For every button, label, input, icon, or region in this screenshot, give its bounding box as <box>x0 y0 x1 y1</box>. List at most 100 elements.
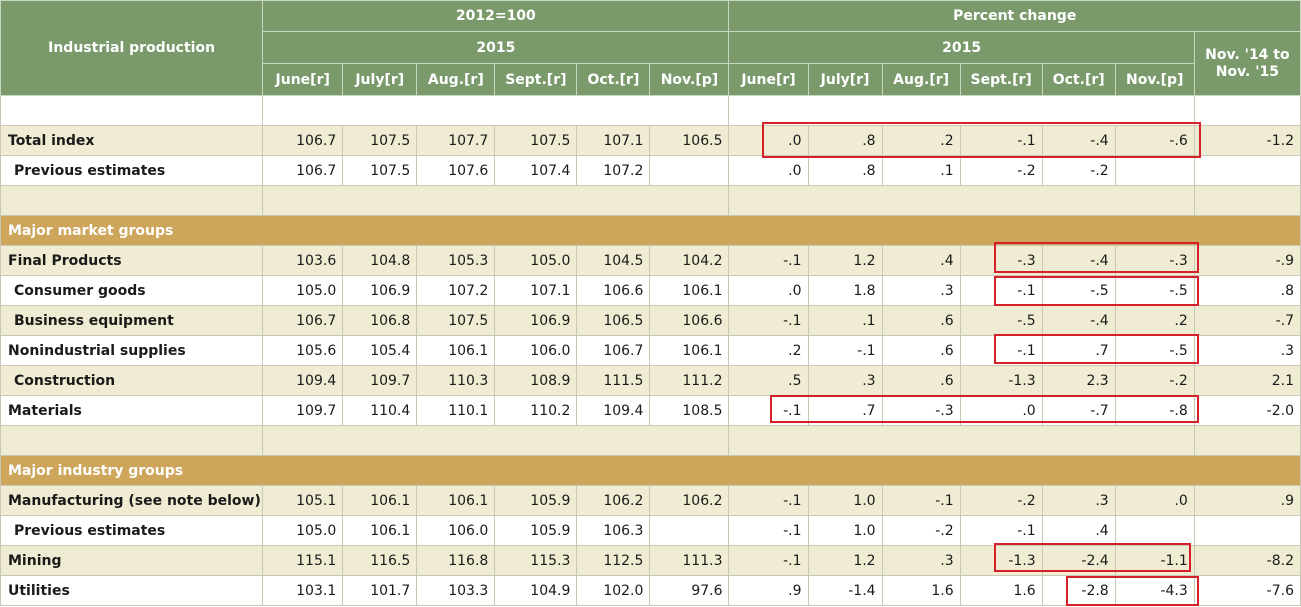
row-label: Materials <box>0 395 264 426</box>
row-label: Manufacturing (see note below) <box>0 485 264 516</box>
table-row: Previous estimates 105.0 106.1 106.0 105.9 10… <box>0 515 1301 546</box>
percent-cell: .2 <box>1114 305 1195 336</box>
percent-month-header: Nov.[p] <box>1114 63 1195 96</box>
percent-cell: -.1 <box>959 335 1043 366</box>
index-cell: 115.3 <box>494 545 578 576</box>
yoy-cell: -7.6 <box>1193 575 1301 606</box>
index-cell: 105.9 <box>494 485 578 516</box>
spacer-row <box>0 95 1301 126</box>
percent-cell: -.3 <box>959 245 1043 276</box>
percent-cell: .5 <box>728 365 809 396</box>
percent-cell: 1.6 <box>959 575 1043 606</box>
percent-month-header: July[r] <box>807 63 883 96</box>
index-cell: 107.7 <box>416 125 496 156</box>
percent-month-header: Aug.[r] <box>881 63 961 96</box>
index-cell: 105.0 <box>262 275 344 306</box>
percent-cell: 1.2 <box>807 545 883 576</box>
percent-cell: .8 <box>807 155 883 186</box>
index-cell: 104.8 <box>342 245 418 276</box>
index-cell: 105.4 <box>342 335 418 366</box>
index-cell: 108.9 <box>494 365 578 396</box>
percent-cell: -.6 <box>1114 125 1195 156</box>
index-cell: 106.5 <box>649 125 730 156</box>
percent-cell: .3 <box>881 545 961 576</box>
index-month-header: July[r] <box>342 63 418 96</box>
index-cell: 106.5 <box>576 305 651 336</box>
percent-month-header: Sept.[r] <box>959 63 1043 96</box>
percent-cell: -.4 <box>1041 305 1116 336</box>
index-cell: 105.0 <box>262 515 344 546</box>
percent-cell: .0 <box>728 125 809 156</box>
yoy-cell: .3 <box>1193 335 1301 366</box>
index-cell: 103.6 <box>262 245 344 276</box>
percent-cell: .3 <box>881 275 961 306</box>
percent-cell: -.2 <box>881 515 961 546</box>
index-cell: 116.5 <box>342 545 418 576</box>
percent-cell: .0 <box>728 155 809 186</box>
yoy-cell: -8.2 <box>1193 545 1301 576</box>
percent-cell: .4 <box>881 245 961 276</box>
index-cell: 106.1 <box>342 485 418 516</box>
row-label: Total index <box>0 125 264 156</box>
table-row: Previous estimates 106.7 107.5 107.6 107.4 10… <box>0 155 1301 186</box>
percent-cell: -.2 <box>1041 155 1116 186</box>
percent-cell: -.4 <box>1041 125 1116 156</box>
index-cell: 103.3 <box>416 575 496 606</box>
index-cell: 109.7 <box>262 395 344 426</box>
table-row: Business equipment 106.7 106.8 107.5 106.9 10… <box>0 305 1301 336</box>
section-row: Major market groups <box>0 215 1301 246</box>
table-row: Total index 106.7 107.5 107.7 107.5 107.1 106.… <box>0 125 1301 156</box>
row-label-header: Industrial production <box>0 0 264 96</box>
percent-cell <box>1114 155 1195 186</box>
index-cell: 106.7 <box>576 335 651 366</box>
index-cell: 101.7 <box>342 575 418 606</box>
percent-cell: -.2 <box>959 485 1043 516</box>
row-label: Utilities <box>0 575 264 606</box>
index-cell: 106.9 <box>342 275 418 306</box>
percent-cell: -.5 <box>1114 335 1195 366</box>
table-body: Total index 106.7 107.5 107.7 107.5 107.1 106.… <box>0 95 1301 606</box>
index-month-header: June[r] <box>262 63 344 96</box>
yoy-cell: -2.0 <box>1193 395 1301 426</box>
yoy-cell: .8 <box>1193 275 1301 306</box>
percent-year-header: 2015 <box>728 31 1195 64</box>
yoy-cell: -.9 <box>1193 245 1301 276</box>
percent-cell: -.2 <box>1114 365 1195 396</box>
index-cell: 106.1 <box>649 275 730 306</box>
index-cell: 106.0 <box>494 335 578 366</box>
percent-cell: .0 <box>728 275 809 306</box>
index-cell: 107.1 <box>494 275 578 306</box>
percent-cell: 1.0 <box>807 485 883 516</box>
table-row: Manufacturing (see note below) 105.1 106.1… <box>0 485 1301 516</box>
index-cell: 110.3 <box>416 365 496 396</box>
percent-cell: -4.3 <box>1114 575 1195 606</box>
index-cell: 106.7 <box>262 125 344 156</box>
index-cell: 115.1 <box>262 545 344 576</box>
table-header: Industrial production 2012=100 Percent c… <box>0 0 1301 96</box>
index-cell: 109.4 <box>262 365 344 396</box>
table-row: Final Products 103.6 104.8 105.3 105.0 104.5 1… <box>0 245 1301 276</box>
table-row: Materials 109.7 110.4 110.1 110.2 109.4 108.5-… <box>0 395 1301 426</box>
index-cell: 105.3 <box>416 245 496 276</box>
percent-cell: -.1 <box>959 125 1043 156</box>
yoy-header: Nov. '14 to Nov. '15 <box>1193 31 1301 96</box>
percent-cell: -.3 <box>881 395 961 426</box>
index-cell: 106.7 <box>262 305 344 336</box>
percent-cell: .7 <box>1041 335 1116 366</box>
index-cell: 97.6 <box>649 575 730 606</box>
index-cell: 106.0 <box>416 515 496 546</box>
index-month-header: Oct.[r] <box>576 63 651 96</box>
percent-cell: -.1 <box>728 485 809 516</box>
index-cell: 106.8 <box>342 305 418 336</box>
section-title: Major market groups <box>0 215 1301 246</box>
spacer-row <box>0 425 1301 456</box>
percent-cell: 1.8 <box>807 275 883 306</box>
section-title: Major industry groups <box>0 455 1301 486</box>
yoy-cell: 2.1 <box>1193 365 1301 396</box>
percent-cell: -.5 <box>959 305 1043 336</box>
spacer-row <box>0 185 1301 216</box>
percent-cell: .6 <box>881 365 961 396</box>
percent-group-header: Percent change <box>728 0 1301 32</box>
percent-cell: -.1 <box>881 485 961 516</box>
index-cell: 106.7 <box>262 155 344 186</box>
